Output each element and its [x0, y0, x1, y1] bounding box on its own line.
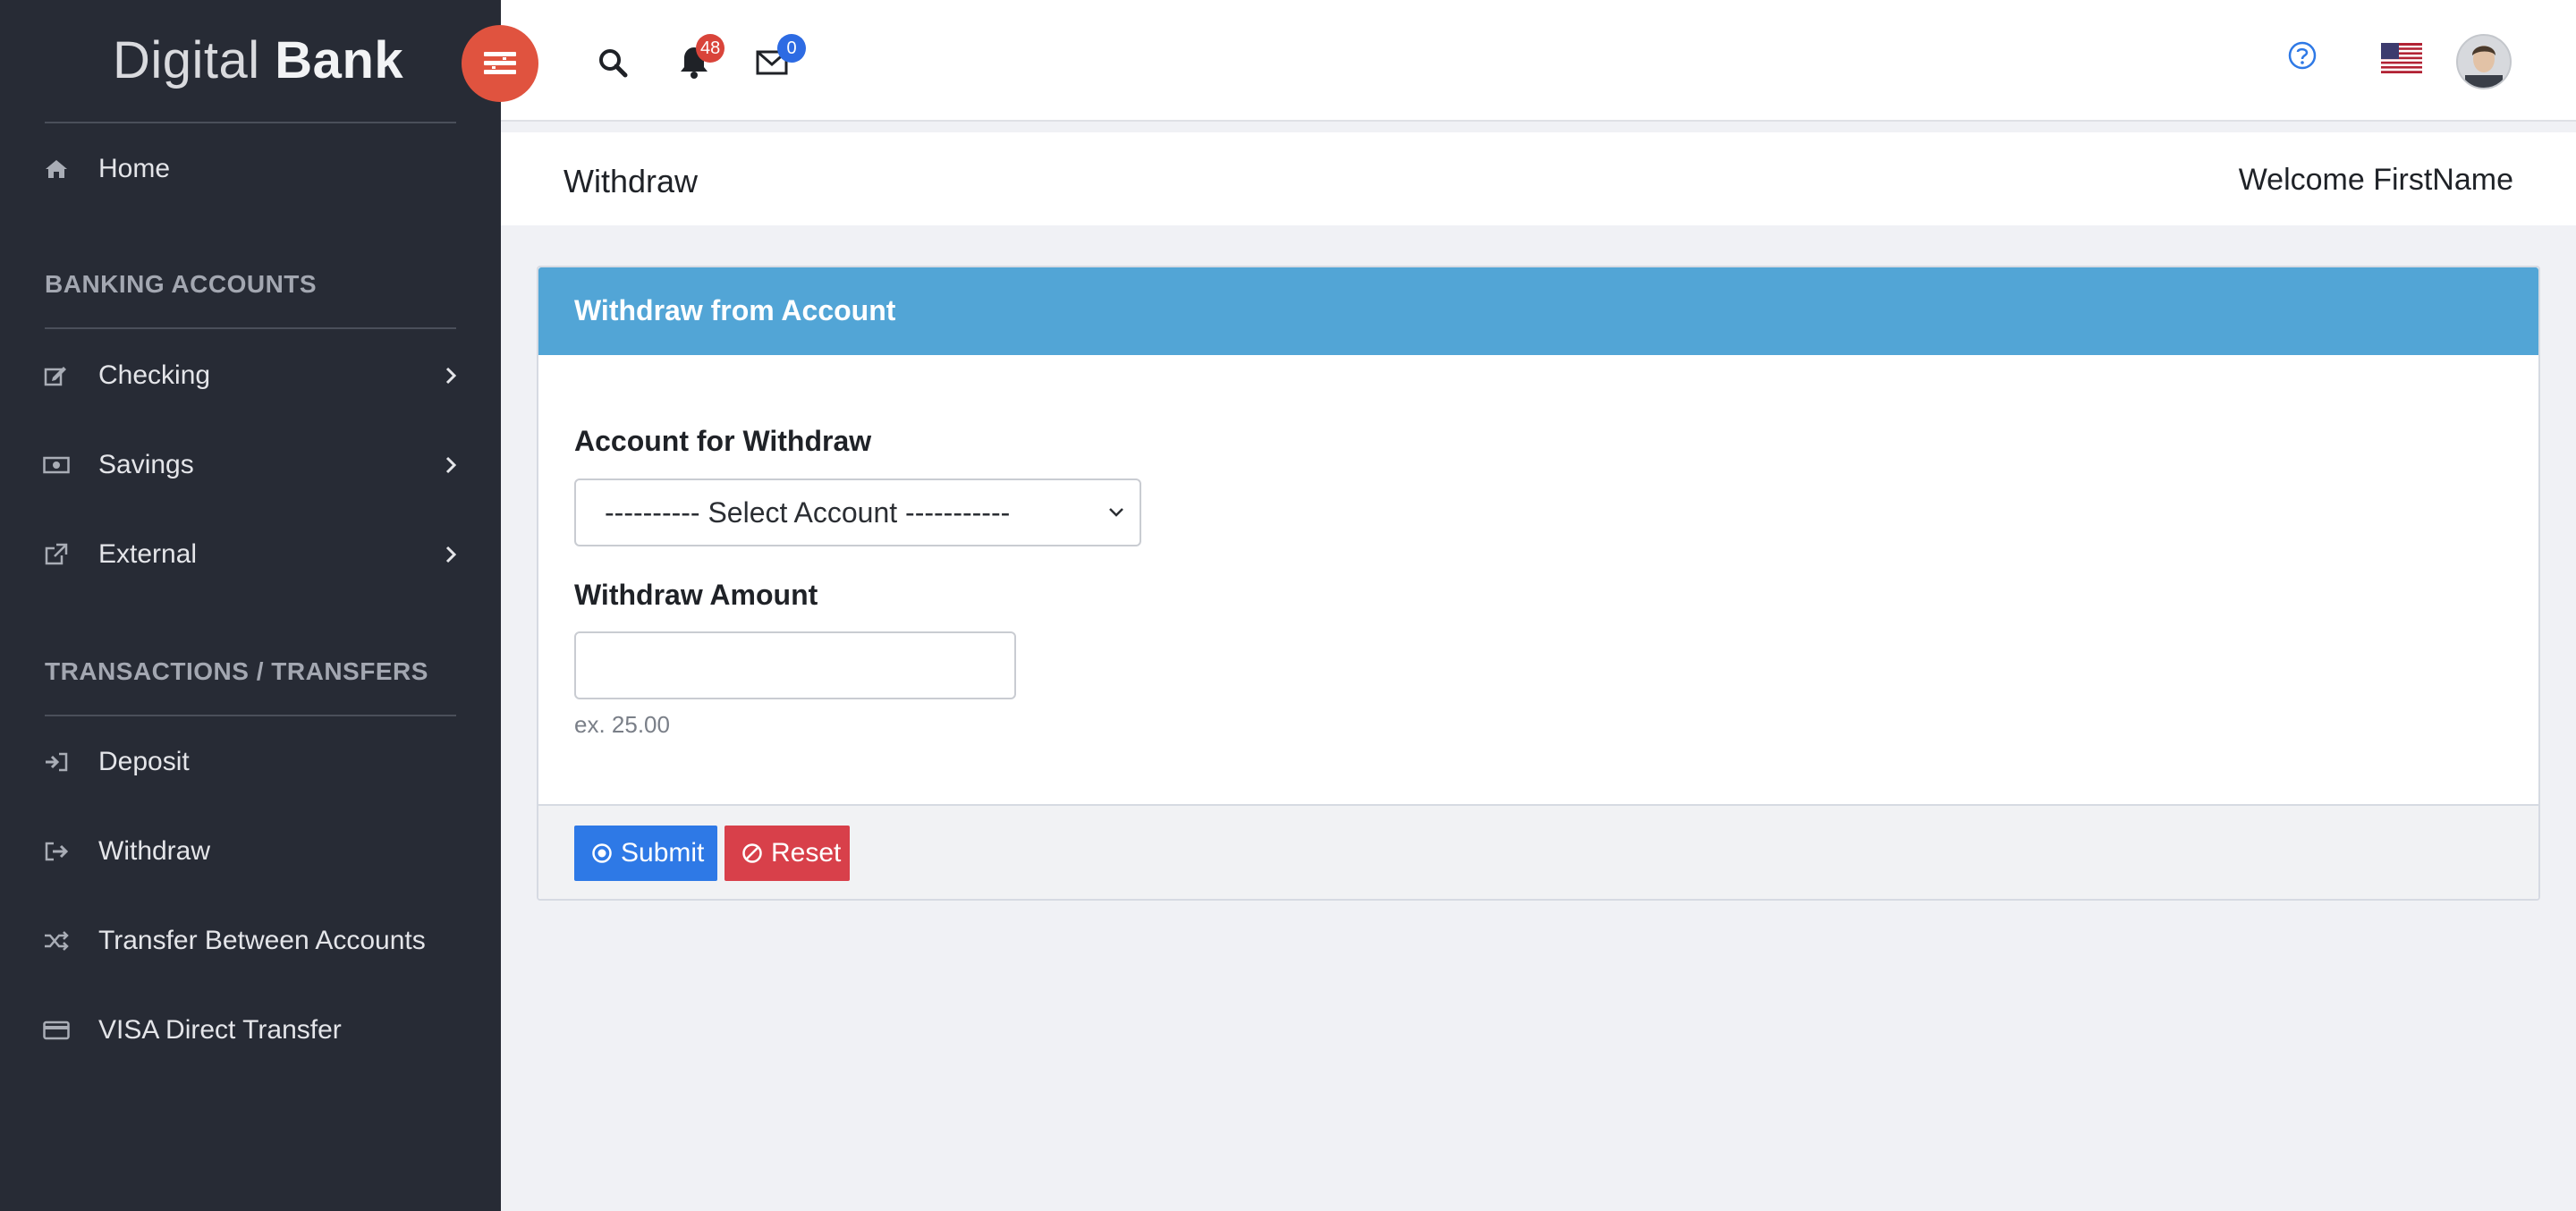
- amount-hint: ex. 25.00: [574, 711, 670, 738]
- divider: [45, 715, 456, 716]
- sidebar-item-home[interactable]: Home: [0, 138, 501, 200]
- page-header: Withdraw Welcome FirstName: [501, 132, 2576, 225]
- sidebar-item-external[interactable]: External: [0, 523, 501, 586]
- reset-label: Reset: [771, 838, 842, 868]
- amount-input[interactable]: [574, 631, 1016, 699]
- sign-out-icon: [43, 838, 70, 865]
- sign-in-icon: [43, 749, 70, 775]
- account-select-value: ---------- Select Account -----------: [605, 496, 1011, 529]
- account-select[interactable]: ---------- Select Account -----------: [574, 478, 1141, 546]
- chevron-down-icon: [1106, 502, 1127, 523]
- card-header: Withdraw from Account: [538, 267, 2538, 355]
- random-icon: [43, 927, 70, 954]
- sidebar-item-deposit[interactable]: Deposit: [0, 731, 501, 793]
- messages-button[interactable]: 0: [754, 34, 806, 82]
- sidebar-item-label: Transfer Between Accounts: [98, 926, 426, 955]
- account-label: Account for Withdraw: [574, 425, 872, 457]
- top-bar: 48 0: [501, 0, 2576, 122]
- brand-bold: Bank: [275, 31, 404, 89]
- card-footer: Submit Reset: [538, 804, 2538, 899]
- sidebar-item-label: Deposit: [98, 747, 190, 776]
- amount-label: Withdraw Amount: [574, 579, 818, 611]
- menu-icon: [484, 52, 516, 74]
- section-title-banking-accounts: BANKING ACCOUNTS: [45, 270, 318, 298]
- chevron-right-icon: [442, 452, 460, 478]
- brand-light: Digital: [113, 31, 260, 89]
- help-icon[interactable]: [2284, 38, 2320, 73]
- edit-icon: [43, 362, 70, 389]
- page-title: Withdraw: [564, 163, 699, 199]
- sidebar-item-label: External: [98, 539, 198, 569]
- money-icon: [43, 452, 70, 478]
- home-icon: [43, 156, 70, 182]
- withdraw-card: Withdraw from Account Account for Withdr…: [537, 266, 2540, 901]
- sidebar-item-label: Withdraw: [98, 836, 211, 866]
- sidebar-item-label: Home: [98, 154, 171, 183]
- submit-label: Submit: [621, 838, 705, 868]
- divider: [45, 327, 456, 329]
- welcome-message: Welcome FirstName: [2238, 163, 2513, 197]
- section-title-transactions: TRANSACTIONS / TRANSFERS: [45, 657, 428, 685]
- notifications-button[interactable]: 48: [676, 34, 725, 82]
- card-title: Withdraw from Account: [574, 294, 896, 326]
- sidebar-item-transfer-between-accounts[interactable]: Transfer Between Accounts: [0, 910, 501, 972]
- sidebar-item-visa-direct-transfer[interactable]: VISA Direct Transfer: [0, 999, 501, 1062]
- search-icon[interactable]: [595, 45, 631, 80]
- notifications-badge: 48: [696, 34, 725, 63]
- sidebar-item-label: Savings: [98, 450, 194, 479]
- brand-logo[interactable]: Digital Bank: [113, 30, 403, 90]
- brand: Digital Bank: [0, 0, 501, 122]
- user-avatar[interactable]: [2456, 34, 2512, 89]
- chevron-right-icon: [442, 541, 460, 568]
- credit-card-icon: [43, 1017, 70, 1044]
- chevron-right-icon: [442, 362, 460, 389]
- messages-badge: 0: [777, 34, 806, 63]
- reset-button[interactable]: Reset: [724, 826, 850, 881]
- external-link-icon: [43, 541, 70, 568]
- sidebar-item-withdraw[interactable]: Withdraw: [0, 820, 501, 883]
- ban-icon: [741, 842, 764, 865]
- dot-circle-icon: [590, 842, 614, 865]
- sidebar-item-checking[interactable]: Checking: [0, 344, 501, 407]
- menu-toggle-button[interactable]: [462, 25, 538, 102]
- submit-button[interactable]: Submit: [574, 826, 717, 881]
- divider: [45, 122, 456, 123]
- us-flag-icon[interactable]: [2381, 43, 2422, 73]
- sidebar: Digital Bank Home BANKING ACCOUNTS Check…: [0, 0, 501, 1211]
- sidebar-item-label: Checking: [98, 360, 211, 390]
- sidebar-item-label: VISA Direct Transfer: [98, 1015, 342, 1045]
- sidebar-item-savings[interactable]: Savings: [0, 434, 501, 496]
